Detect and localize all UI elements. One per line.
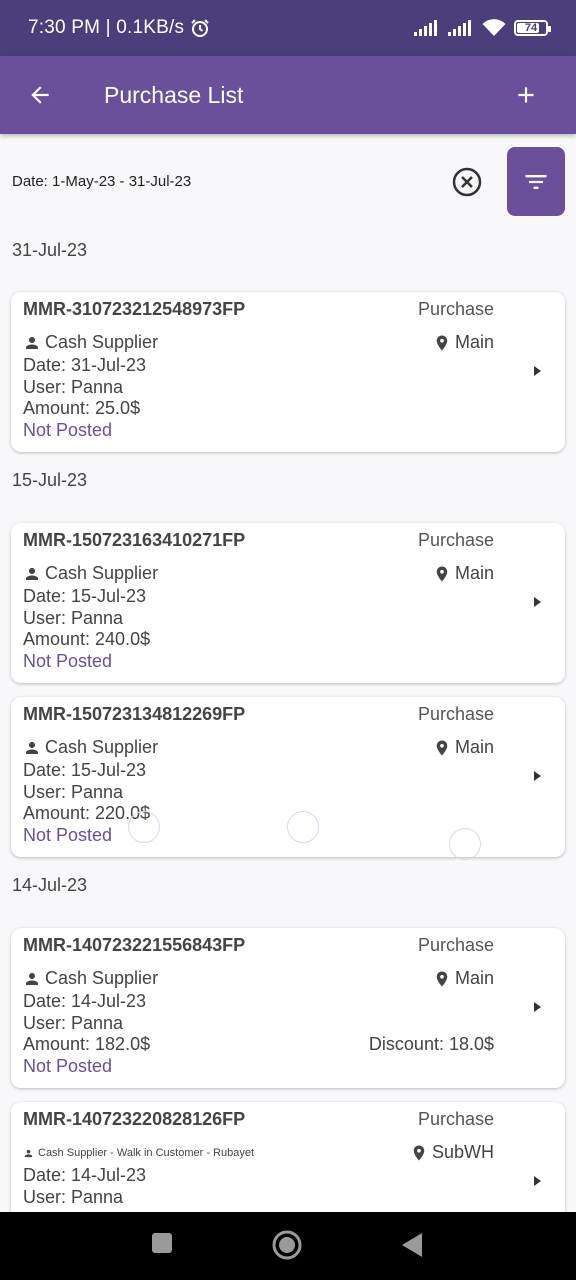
supplier-label: Cash Supplier xyxy=(23,563,158,584)
purchase-date: Date: 31-Jul-23 xyxy=(23,355,147,375)
supplier-label: Cash Supplier xyxy=(23,332,158,353)
purchase-ref: MMR-150723134812269FP xyxy=(23,704,246,724)
purchase-user: User: Panna xyxy=(23,1187,124,1207)
person-icon xyxy=(26,972,38,985)
back-nav-button[interactable] xyxy=(400,1232,424,1258)
loading-spinner xyxy=(128,811,160,843)
status-badge: Not Posted xyxy=(23,1056,113,1076)
purchase-date: Date: 14-Jul-23 xyxy=(23,991,147,1011)
purchase-discount: Discount: 18.0$ xyxy=(368,1034,494,1054)
purchase-user: User: Panna xyxy=(23,377,124,397)
group-date-header: 31-Jul-23 xyxy=(12,240,88,260)
supplier-label: Cash Supplier xyxy=(23,737,158,758)
purchase-user: User: Panna xyxy=(23,608,124,628)
purchase-date: Date: 15-Jul-23 xyxy=(23,586,147,606)
purchase-ref: MMR-140723220828126FP xyxy=(23,1109,246,1129)
chevron-right-icon xyxy=(534,1176,541,1186)
back-button[interactable] xyxy=(0,56,80,134)
triangle-back-icon xyxy=(402,1233,422,1257)
plus-icon xyxy=(518,87,534,103)
purchase-ref: MMR-140723221556843FP xyxy=(23,935,246,955)
purchase-amount: Amount: 182.0$ xyxy=(23,1034,151,1054)
location-label: SubWH xyxy=(410,1142,494,1163)
loading-spinner xyxy=(287,811,319,843)
purchase-user: User: Panna xyxy=(23,1013,124,1033)
signal-icon xyxy=(414,20,437,36)
purchase-ref: MMR-310723212548973FP xyxy=(23,299,246,319)
home-icon xyxy=(272,1230,302,1260)
purchase-card[interactable]: MMR-150723163410271FP Purchase Cash Supp… xyxy=(11,523,565,683)
location-pin-icon xyxy=(436,335,448,350)
location-label: Main xyxy=(433,332,494,353)
person-icon xyxy=(24,1149,33,1157)
chevron-right-icon xyxy=(534,771,541,781)
chevron-right-icon xyxy=(534,366,541,376)
person-icon xyxy=(26,336,38,349)
status-badge: Not Posted xyxy=(23,420,113,440)
purchase-card[interactable]: MMR-140723221556843FP Purchase Cash Supp… xyxy=(11,928,565,1088)
purchase-type: Purchase xyxy=(417,530,494,550)
person-icon xyxy=(26,741,38,754)
group-date-header: 15-Jul-23 xyxy=(12,470,88,490)
filter-button[interactable] xyxy=(507,147,565,216)
date-range-label: Date: 1-May-23 - 31-Jul-23 xyxy=(12,173,192,190)
location-label: Main xyxy=(433,968,494,989)
cancel-circle-icon xyxy=(452,167,482,197)
chevron-right-icon xyxy=(534,1002,541,1012)
signal-icon-2 xyxy=(448,20,471,36)
location-pin-icon xyxy=(413,1145,425,1160)
location-label: Main xyxy=(433,563,494,584)
purchase-card[interactable]: MMR-310723212548973FP Purchase Cash Supp… xyxy=(11,292,565,452)
add-purchase-button[interactable] xyxy=(476,56,576,134)
chevron-right-icon xyxy=(534,597,541,607)
purchase-amount: Amount: 25.0$ xyxy=(23,398,141,418)
person-icon xyxy=(26,567,38,580)
purchase-type: Purchase xyxy=(417,704,494,724)
purchase-ref: MMR-150723163410271FP xyxy=(23,530,246,550)
status-badge: Not Posted xyxy=(23,651,113,671)
status-time: 7:30 PM | 0.1KB/s xyxy=(28,17,185,38)
battery-icon: 74 xyxy=(514,20,551,36)
recents-icon xyxy=(152,1233,172,1253)
purchase-amount: Amount: 240.0$ xyxy=(23,629,151,649)
group-date-header: 14-Jul-23 xyxy=(12,875,88,895)
purchase-type: Purchase xyxy=(417,299,494,319)
supplier-label: Cash Supplier - Walk in Customer - Rubay… xyxy=(23,1147,254,1159)
clear-filter-button[interactable] xyxy=(450,165,484,199)
recents-button[interactable] xyxy=(151,1232,173,1254)
location-pin-icon xyxy=(436,740,448,755)
home-button[interactable] xyxy=(272,1230,302,1260)
status-badge: Not Posted xyxy=(23,825,113,845)
purchase-date: Date: 15-Jul-23 xyxy=(23,760,147,780)
status-bar: 7:30 PM | 0.1KB/s 74 xyxy=(0,0,576,56)
alarm-icon xyxy=(191,19,209,37)
system-nav-bar xyxy=(0,1212,576,1280)
purchase-user: User: Panna xyxy=(23,782,124,802)
supplier-label: Cash Supplier xyxy=(23,968,158,989)
loading-spinner xyxy=(449,828,481,860)
app-bar: Purchase List xyxy=(0,56,576,134)
filter-row: Date: 1-May-23 - 31-Jul-23 xyxy=(0,147,576,217)
wifi-icon xyxy=(482,19,506,36)
arrow-back-icon xyxy=(31,86,49,104)
filter-list-icon xyxy=(525,174,547,189)
purchase-type: Purchase xyxy=(417,935,494,955)
location-pin-icon xyxy=(436,971,448,986)
location-label: Main xyxy=(433,737,494,758)
purchase-date: Date: 14-Jul-23 xyxy=(23,1165,147,1185)
page-title: Purchase List xyxy=(104,81,244,108)
purchase-type: Purchase xyxy=(417,1109,494,1129)
location-pin-icon xyxy=(436,566,448,581)
